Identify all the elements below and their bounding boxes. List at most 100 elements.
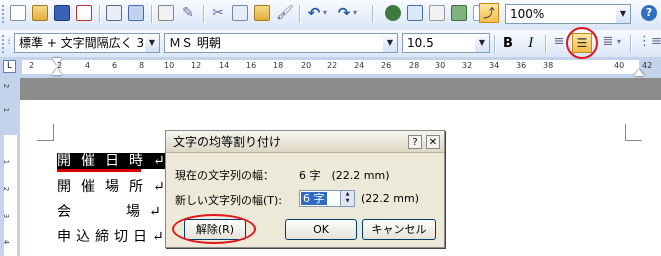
research-icon[interactable]: ✎ [180, 5, 196, 21]
toolbar-separator [203, 5, 205, 23]
close-icon[interactable]: ✕ [426, 135, 440, 149]
vertical-ruler[interactable]: 2 1 1 2 3 4 [0, 78, 20, 256]
new-width-spinner[interactable]: 6 字 ▲ ▼ [299, 190, 355, 207]
ruler-tick-label: 42 [642, 61, 653, 70]
toolbar-separator [99, 5, 101, 23]
toolbar-separator [630, 35, 632, 53]
insert-table-icon[interactable] [429, 5, 445, 21]
ruler-tick-label: 36 [516, 61, 527, 70]
highlight-ring [566, 27, 598, 59]
line-spacing-icon[interactable]: ≣ [600, 34, 616, 50]
toolbar-separator [494, 35, 496, 53]
page-gap [20, 78, 661, 100]
chevron-down-icon[interactable]: ▼ [383, 34, 397, 52]
ok-button[interactable]: OK [285, 219, 357, 240]
undo-icon[interactable]: ↶ [306, 5, 322, 21]
ruler-tick-label: 28 [409, 61, 420, 70]
ruler-tick-label: 2 [57, 61, 63, 70]
new-width-label: 新しい文字列の幅(T): [175, 194, 283, 207]
font-size-value: 10.5 [407, 36, 434, 50]
new-document-icon[interactable] [10, 5, 26, 21]
style-value: 標準 + 文字間隔広く 3. [19, 36, 148, 50]
formatting-toolbar: ⁞ 標準 + 文字間隔広く 3. ▼ ＭＳ 明朝 ▼ 10.5 ▼ B I ≡ … [0, 30, 661, 58]
permission-icon[interactable] [76, 5, 92, 21]
new-width-input[interactable]: 6 字 [301, 192, 327, 205]
highlight-ring [172, 214, 256, 244]
zoom-value: 100% [510, 7, 545, 21]
insert-excel-icon[interactable] [451, 5, 467, 21]
new-width-mm: (22.2 mm) [361, 192, 420, 205]
ruler-tick-label: 2 [29, 61, 35, 70]
font-value: ＭＳ 明朝 [169, 36, 221, 50]
ruler-tick-label: 3 [2, 213, 11, 219]
ruler-tick-label: 24 [354, 61, 365, 70]
horizontal-text-icon[interactable]: ⤴ [479, 3, 499, 23]
undo-dropdown-icon[interactable]: ▾ [321, 5, 329, 21]
chevron-down-icon[interactable]: ▼ [475, 34, 489, 52]
tab-selector-icon[interactable]: L [3, 60, 16, 73]
cancel-button[interactable]: キャンセル [362, 219, 436, 240]
ruler-tick-label: 16 [246, 61, 257, 70]
document-line[interactable]: 申込締切日↵ [57, 226, 169, 246]
ruler-tick-label: 12 [191, 61, 202, 70]
ruler-tick-label: 1 [2, 159, 11, 165]
chevron-down-icon[interactable]: ▼ [616, 5, 630, 23]
ruler-tick-label: 8 [139, 61, 145, 70]
ruler-tick-label: 34 [489, 61, 500, 70]
ruler-tick-label: 40 [614, 61, 625, 70]
margin-corner-mark [625, 124, 642, 141]
ruler-tick-label: 2 [2, 83, 11, 89]
hyperlink-icon[interactable] [385, 5, 401, 21]
redo-icon[interactable]: ↷ [336, 5, 352, 21]
spinner-arrows-icon[interactable]: ▲ ▼ [340, 191, 354, 206]
spelling-icon[interactable] [158, 5, 174, 21]
styles-pane-icon[interactable]: ⁞ [5, 34, 13, 50]
save-icon[interactable] [54, 5, 70, 21]
format-painter-icon[interactable]: 🖌 [276, 5, 294, 21]
ruler-tick-label: 1 [2, 107, 11, 113]
ruler-tick-label: 20 [301, 61, 312, 70]
bold-button[interactable]: B [498, 34, 518, 54]
selection-underline [57, 169, 141, 172]
ruler-tick-label: 4 [2, 239, 11, 245]
zoom-combo[interactable]: 100% ▼ [505, 4, 631, 24]
numbering-icon[interactable]: ⋮≡ [638, 34, 661, 50]
italic-button[interactable]: I [521, 34, 541, 54]
copy-icon[interactable] [232, 5, 248, 21]
ruler-tick-label: 4 [85, 61, 91, 70]
document-line[interactable]: 開催場所↵ [57, 176, 175, 196]
paste-icon[interactable] [254, 5, 270, 21]
style-combo[interactable]: 標準 + 文字間隔広く 3. ▼ [14, 33, 160, 53]
toolbar-grip[interactable] [2, 5, 7, 23]
ruler-tick-label: 30 [435, 61, 446, 70]
font-combo[interactable]: ＭＳ 明朝 ▼ [164, 33, 398, 53]
margin-corner-mark [37, 124, 54, 141]
help-icon[interactable]: ? [641, 5, 657, 21]
help-icon[interactable]: ? [408, 135, 422, 149]
chevron-down-icon[interactable]: ▼ [145, 34, 159, 52]
ruler-tick-label: 10 [164, 61, 175, 70]
print-icon[interactable] [106, 5, 122, 21]
ruler-tick-label: 2 [2, 186, 11, 192]
toolbar-separator [372, 5, 374, 23]
document-line[interactable]: 開催日時↵ [57, 150, 175, 170]
ruler-text-area [4, 135, 17, 256]
redo-dropdown-icon[interactable]: ▾ [351, 5, 359, 21]
print-preview-icon[interactable] [128, 5, 144, 21]
align-justify-icon[interactable]: ≡ [551, 34, 567, 50]
dialog-title[interactable]: 文字の均等割り付け [166, 131, 444, 153]
font-size-combo[interactable]: 10.5 ▼ [402, 33, 490, 53]
line-spacing-dropdown-icon[interactable]: ▾ [615, 34, 623, 50]
toolbar-separator [299, 5, 301, 23]
document-line[interactable]: 会 場↵ [57, 201, 170, 221]
open-folder-icon[interactable] [32, 5, 48, 21]
selected-text[interactable]: 開催日時↵ [57, 153, 175, 169]
ruler-tick-label: 6 [112, 61, 118, 70]
standard-toolbar: ✎ ✂ 🖌 ↶ ▾ ↷ ▾ ⤴ 100% ▼ ? [0, 0, 661, 31]
current-width-value: 6 字 (22.2 mm) [299, 169, 390, 182]
tables-borders-icon[interactable] [407, 5, 423, 21]
right-indent-icon[interactable] [634, 69, 644, 76]
cut-icon[interactable]: ✂ [210, 5, 226, 21]
current-width-label: 現在の文字列の幅： [175, 169, 274, 182]
horizontal-ruler[interactable]: L 2 2 4 6 8 10 12 14 16 18 20 22 24 26 2… [0, 57, 661, 78]
